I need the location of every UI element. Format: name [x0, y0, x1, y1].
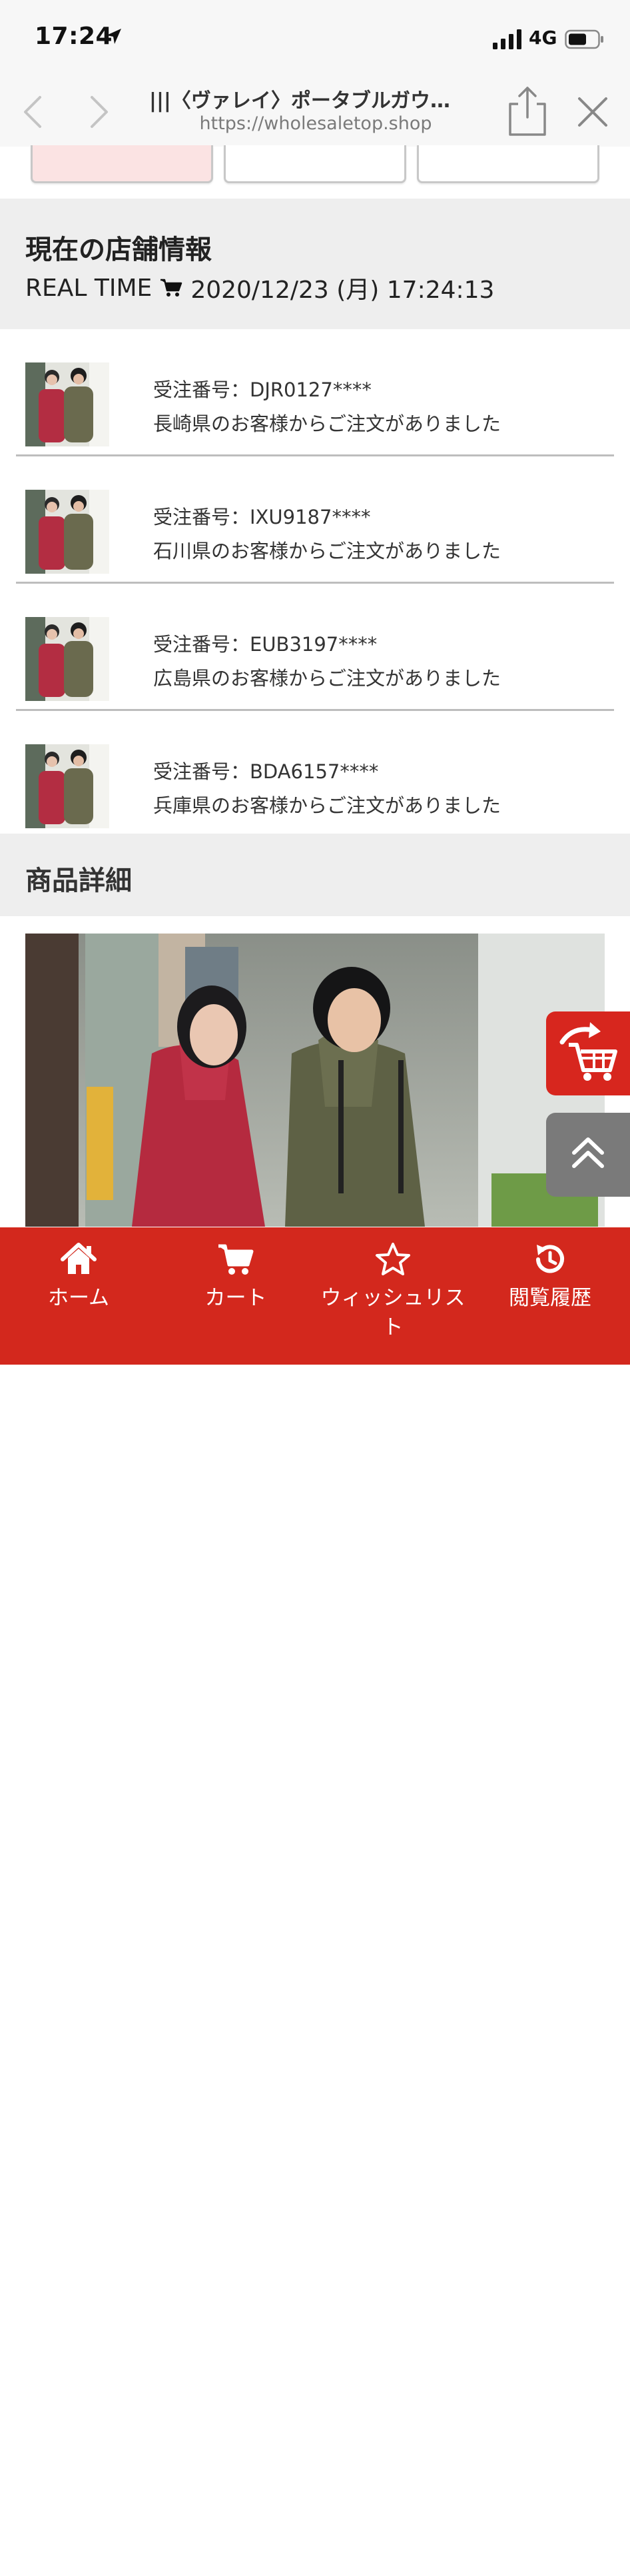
order-text: 受注番号：EUB3197**** 広島県のお客様からご注文がありました — [153, 628, 501, 696]
cart-redirect-icon — [559, 1022, 617, 1081]
order-text: 受注番号：BDA6157**** 兵庫県のお客様からご注文がありました — [153, 755, 501, 823]
home-icon — [61, 1243, 97, 1274]
variant-option-selected[interactable] — [31, 145, 213, 183]
realtime-row: REAL TIME 2020/12/23 (月) 17:24:13 — [25, 271, 494, 305]
realtime-label: REAL TIME — [25, 274, 153, 302]
nav-wishlist[interactable]: ウィッシュリスト — [314, 1227, 472, 1342]
nav-home-label: ホーム — [47, 1286, 110, 1310]
browser-toolbar: |||〈ヴァレイ〉ポータブルガウ… https://wholesaletop.s… — [0, 75, 630, 147]
scroll-to-top-button[interactable] — [546, 1113, 630, 1197]
nav-wishlist-label: ウィッシュリスト — [320, 1286, 466, 1339]
order-text: 受注番号：DJR0127**** 長崎県のお客様からご注文がありました — [153, 373, 501, 441]
network-type: 4G — [529, 27, 557, 49]
product-hero-image — [25, 934, 605, 1227]
home-indicator — [204, 2568, 426, 2576]
order-message: 兵庫県のお客様からご注文がありました — [153, 794, 501, 817]
order-message: 広島県のお客様からご注文がありました — [153, 667, 501, 690]
order-message: 長崎県のお客様からご注文がありました — [153, 412, 501, 435]
nav-history[interactable]: 閲覧履歴 — [472, 1227, 629, 1313]
status-time: 17:24 — [35, 23, 113, 50]
order-text: 受注番号：IXU9187**** 石川県のお客様からご注文がありました — [153, 500, 501, 568]
product-thumbnail — [25, 362, 109, 446]
order-message: 石川県のお客様からご注文がありました — [153, 540, 501, 562]
battery-icon — [565, 29, 603, 49]
page-url[interactable]: https://wholesaletop.shop — [149, 113, 482, 134]
order-number: 受注番号：IXU9187**** — [153, 506, 371, 528]
store-info-title: 現在の店舗情報 — [25, 235, 212, 265]
product-detail-section: 商品詳細 — [0, 834, 630, 916]
product-detail-title: 商品詳細 — [25, 866, 132, 896]
list-item: 受注番号：EUB3197**** 広島県のお客様からご注文がありました — [16, 584, 614, 711]
variant-options — [0, 145, 630, 199]
list-item: 受注番号：DJR0127**** 長崎県のお客様からご注文がありました — [16, 329, 614, 456]
page-title: |||〈ヴァレイ〉ポータブルガウ… — [149, 89, 450, 113]
nav-cart-label: カート — [204, 1286, 267, 1310]
list-item: 受注番号：BDA6157**** 兵庫県のお客様からご注文がありました — [16, 711, 614, 838]
share-icon[interactable] — [507, 84, 547, 137]
forward-icon[interactable] — [84, 93, 113, 131]
recent-orders-list: 受注番号：DJR0127**** 長崎県のお客様からご注文がありました 受注番号… — [0, 329, 630, 838]
location-arrow-icon — [107, 29, 121, 44]
double-chevron-up-icon — [572, 1137, 604, 1168]
cart-icon — [218, 1244, 254, 1275]
store-info-section: 現在の店舗情報 REAL TIME 2020/12/23 (月) 17:24:1… — [0, 199, 630, 329]
floating-cart-button[interactable] — [546, 1011, 630, 1095]
nav-home[interactable]: ホーム — [0, 1227, 157, 1313]
order-number: 受注番号：DJR0127**** — [153, 378, 372, 401]
back-icon[interactable] — [19, 93, 48, 131]
order-number: 受注番号：BDA6157**** — [153, 760, 379, 783]
star-icon — [376, 1243, 410, 1275]
status-bar: 17:24 4G — [0, 0, 630, 75]
cellular-signal-icon — [493, 29, 521, 49]
realtime-datetime: 2020/12/23 (月) 17:24:13 — [190, 277, 495, 304]
product-thumbnail — [25, 617, 109, 701]
close-icon[interactable] — [575, 95, 610, 129]
nav-cart[interactable]: カート — [157, 1227, 314, 1313]
bottom-nav: ホーム カート ウィッシュリスト 閲覧履歴 — [0, 1227, 630, 2576]
list-item: 受注番号：IXU9187**** 石川県のお客様からご注文がありました — [16, 456, 614, 584]
product-thumbnail — [25, 490, 109, 574]
nav-history-label: 閲覧履歴 — [509, 1286, 591, 1310]
cart-icon — [160, 279, 182, 297]
order-number: 受注番号：EUB3197**** — [153, 633, 378, 656]
history-icon — [536, 1245, 564, 1273]
product-thumbnail — [25, 744, 109, 828]
variant-option[interactable] — [224, 145, 406, 183]
variant-option[interactable] — [417, 145, 599, 183]
